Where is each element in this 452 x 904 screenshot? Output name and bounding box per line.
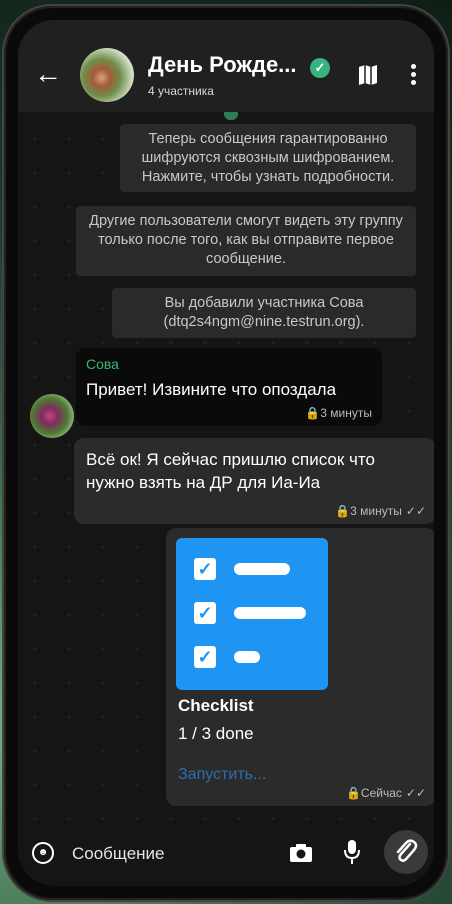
checkbox-icon: ✓	[194, 558, 216, 580]
list-line	[234, 563, 290, 575]
message-time: 🔒Сейчас ✓✓	[345, 786, 426, 800]
emoji-icon[interactable]: ☻	[32, 842, 54, 864]
composer-bar: ☻	[18, 820, 434, 886]
list-line	[234, 607, 306, 619]
read-ticks-icon: ✓✓	[405, 786, 426, 800]
app-progress: 1 / 3 done	[178, 724, 254, 743]
member-added-notice: Вы добавили участника Сова (dtq2s4ngm@ni…	[112, 288, 416, 338]
list-line	[234, 651, 260, 663]
microphone-icon[interactable]	[342, 838, 362, 866]
more-options-icon[interactable]	[410, 64, 416, 86]
message-sender: Сова	[86, 356, 119, 372]
incoming-message[interactable]: Сова Привет! Извините что опоздала 🔒3 ми…	[76, 348, 382, 426]
checkbox-icon: ✓	[194, 602, 216, 624]
encryption-notice[interactable]: Теперь сообщения гарантированно шифруютс…	[120, 124, 416, 192]
message-time: 🔒3 минуты ✓✓	[335, 504, 426, 518]
app-title: Checklist	[178, 696, 254, 715]
phone-frame: ← День Рожде... ✓ 4 участника Теперь соо…	[4, 6, 448, 900]
group-avatar[interactable]	[80, 48, 134, 102]
group-visibility-notice: Другие пользователи смогут видеть эту гр…	[76, 206, 416, 276]
sender-avatar[interactable]	[30, 394, 74, 438]
chat-header: ← День Рожде... ✓ 4 участника	[18, 20, 434, 112]
message-time: 🔒3 минуты	[305, 406, 372, 420]
outgoing-message[interactable]: Всё ок! Я сейчас пришлю список что нужно…	[74, 438, 434, 524]
map-icon[interactable]	[358, 64, 378, 86]
read-ticks-icon: ✓✓	[405, 504, 426, 518]
member-count: 4 участника	[148, 84, 214, 98]
app-screen: ← День Рожде... ✓ 4 участника Теперь соо…	[18, 20, 434, 886]
verified-check-icon: ✓	[310, 58, 330, 78]
message-text: Привет! Извините что опоздала	[86, 380, 337, 399]
checkbox-icon: ✓	[194, 646, 216, 668]
app-card-message[interactable]: ✓ ✓ ✓ Checklist 1 / 3 done Запустить... …	[166, 528, 434, 806]
paperclip-icon	[396, 839, 418, 862]
back-arrow-icon[interactable]: ←	[32, 58, 64, 90]
message-text: Всё ок! Я сейчас пришлю список что нужно…	[86, 450, 375, 492]
chat-title[interactable]: День Рожде...	[148, 52, 297, 78]
launch-app-link[interactable]: Запустить...	[178, 766, 266, 784]
attach-button[interactable]	[384, 830, 428, 874]
checklist-app-icon: ✓ ✓ ✓	[176, 538, 328, 690]
camera-icon[interactable]	[288, 840, 314, 866]
message-input[interactable]	[70, 840, 294, 868]
